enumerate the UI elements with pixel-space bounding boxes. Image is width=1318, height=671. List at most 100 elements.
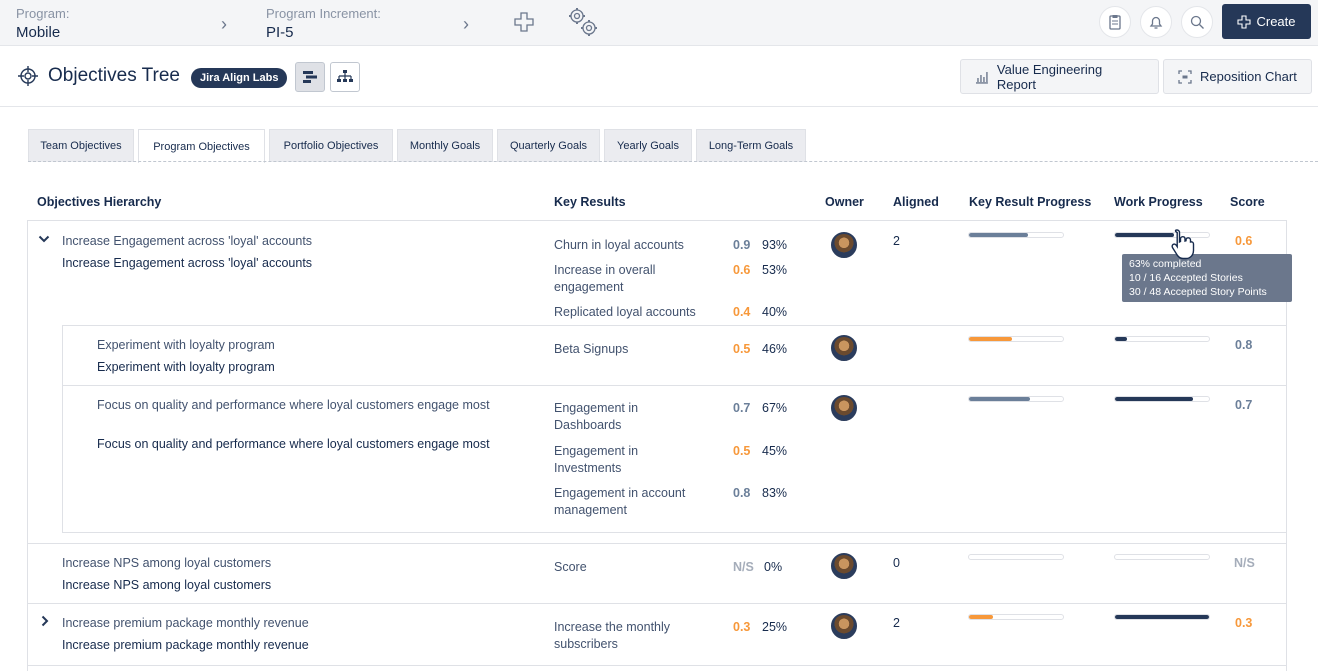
key-result-progress-bar[interactable] — [968, 554, 1064, 560]
search-button[interactable] — [1181, 6, 1213, 38]
create-label: Create — [1256, 14, 1296, 29]
tab-divider — [28, 161, 1318, 162]
reposition-label: Reposition Chart — [1200, 69, 1297, 84]
key-result-label[interactable]: Churn in loyal accounts — [554, 237, 714, 254]
key-result-percent: 40% — [762, 305, 788, 319]
divider — [28, 543, 1287, 544]
divider — [28, 665, 1287, 666]
objective-link[interactable]: Increase premium package monthly revenue — [62, 615, 309, 632]
tab-monthly-goals[interactable]: Monthly Goals — [397, 129, 493, 162]
tree-list-view-button[interactable] — [295, 62, 325, 92]
key-result-label[interactable]: Score — [554, 559, 587, 576]
tab-long-term-goals[interactable]: Long-Term Goals — [696, 129, 806, 162]
work-progress-bar[interactable] — [1114, 614, 1210, 620]
key-result-percent: 93% — [762, 238, 788, 252]
objective-score: 0.8 — [1235, 338, 1253, 352]
key-result-label[interactable]: Engagement in Dashboards — [554, 400, 674, 434]
objective-score: 0.3 — [1235, 616, 1253, 630]
key-result-score: 0.9 — [733, 238, 751, 252]
work-progress-bar[interactable] — [1114, 554, 1210, 560]
collapse-chevron-icon[interactable] — [38, 233, 50, 247]
objective-link[interactable]: Experiment with loyalty program — [97, 337, 275, 354]
page-title: Objectives Tree — [48, 65, 180, 86]
chevron-right-icon[interactable]: › — [221, 14, 227, 35]
col-score: Score — [1230, 195, 1265, 209]
owner-avatar[interactable] — [831, 232, 857, 258]
key-result-percent: 83% — [762, 486, 788, 500]
chevron-right-icon[interactable]: › — [463, 14, 469, 35]
owner-avatar[interactable] — [831, 553, 857, 579]
objective-link[interactable]: Increase NPS among loyal customers — [62, 555, 271, 572]
col-key-results: Key Results — [554, 195, 626, 209]
divider — [62, 325, 1286, 326]
key-result-percent: 0% — [764, 560, 783, 574]
col-aligned: Aligned — [893, 195, 939, 209]
owner-avatar[interactable] — [831, 613, 857, 639]
tab-quarterly-goals[interactable]: Quarterly Goals — [497, 129, 600, 162]
program-selector[interactable]: Program: Mobile — [16, 6, 69, 41]
key-result-percent: 67% — [762, 401, 788, 415]
key-result-progress-bar[interactable] — [968, 232, 1064, 238]
key-result-label[interactable]: Increase in overall engagement — [554, 262, 694, 296]
work-progress-tooltip: 63% completed 10 / 16 Accepted Stories 3… — [1122, 254, 1292, 302]
tab-yearly-goals[interactable]: Yearly Goals — [604, 129, 692, 162]
work-progress-bar[interactable] — [1114, 396, 1210, 402]
aligned-count[interactable]: 0 — [893, 556, 900, 570]
pi-selector[interactable]: Program Increment: PI-5 — [266, 6, 381, 41]
gears-icon[interactable] — [566, 5, 602, 42]
divider — [62, 325, 63, 532]
labs-badge: Jira Align Labs — [191, 68, 288, 88]
key-result-score: 0.8 — [733, 486, 751, 500]
tab-program-objectives[interactable]: Program Objectives — [138, 129, 265, 163]
clipboard-button[interactable] — [1099, 6, 1131, 38]
pi-value: PI-5 — [266, 24, 294, 41]
aligned-count[interactable]: 2 — [893, 616, 900, 630]
key-result-percent: 53% — [762, 263, 788, 277]
create-button[interactable]: Create — [1222, 4, 1311, 39]
tab-portfolio-objectives[interactable]: Portfolio Objectives — [269, 129, 393, 162]
key-result-score: 0.3 — [733, 620, 751, 634]
col-objectives-hierarchy: Objectives Hierarchy — [37, 195, 162, 209]
hand-cursor-icon — [1169, 228, 1199, 263]
search-icon — [1190, 15, 1204, 29]
key-result-progress-bar[interactable] — [968, 614, 1064, 620]
key-result-score: N/S — [733, 560, 754, 574]
work-progress-bar[interactable] — [1114, 336, 1210, 342]
key-result-score: 0.6 — [733, 263, 751, 277]
objective-score: 0.7 — [1235, 398, 1253, 412]
owner-avatar[interactable] — [831, 395, 857, 421]
value-engineering-report-button[interactable]: Value Engineering Report — [960, 59, 1159, 94]
objective-name: Experiment with loyalty program — [97, 360, 275, 374]
hierarchy-icon — [337, 70, 353, 82]
key-result-label[interactable]: Beta Signups — [554, 341, 628, 358]
chart-icon — [975, 71, 988, 84]
key-result-label[interactable]: Engagement in account management — [554, 485, 714, 519]
org-chart-view-button[interactable] — [330, 62, 360, 92]
plus-icon[interactable] — [514, 12, 534, 35]
notifications-button[interactable] — [1140, 6, 1172, 38]
objective-name: Focus on quality and performance where l… — [97, 437, 490, 451]
key-result-score: 0.4 — [733, 305, 751, 319]
divider — [62, 532, 1286, 533]
key-result-score: 0.7 — [733, 401, 751, 415]
key-result-label[interactable]: Replicated loyal accounts — [554, 304, 724, 321]
key-result-score: 0.5 — [733, 444, 751, 458]
objective-link[interactable]: Increase Engagement across 'loyal' accou… — [62, 233, 312, 250]
reposition-icon — [1178, 69, 1192, 84]
value-engineering-label: Value Engineering Report — [996, 61, 1103, 92]
key-result-label[interactable]: Increase the monthly subscribers — [554, 619, 694, 653]
objective-link[interactable]: Focus on quality and performance where l… — [97, 397, 497, 414]
divider — [28, 603, 1287, 604]
program-value: Mobile — [16, 24, 61, 41]
list-tree-icon — [303, 71, 317, 83]
key-result-label[interactable]: Engagement in Investments — [554, 443, 674, 477]
owner-avatar[interactable] — [831, 335, 857, 361]
key-result-percent: 45% — [762, 444, 788, 458]
aligned-count[interactable]: 2 — [893, 234, 900, 248]
tab-team-objectives[interactable]: Team Objectives — [28, 129, 134, 162]
expand-chevron-icon[interactable] — [40, 615, 50, 630]
key-result-progress-bar[interactable] — [968, 396, 1064, 402]
key-result-progress-bar[interactable] — [968, 336, 1064, 342]
reposition-chart-button[interactable]: Reposition Chart — [1163, 59, 1312, 94]
tooltip-stories: 10 / 16 Accepted Stories — [1129, 272, 1243, 284]
